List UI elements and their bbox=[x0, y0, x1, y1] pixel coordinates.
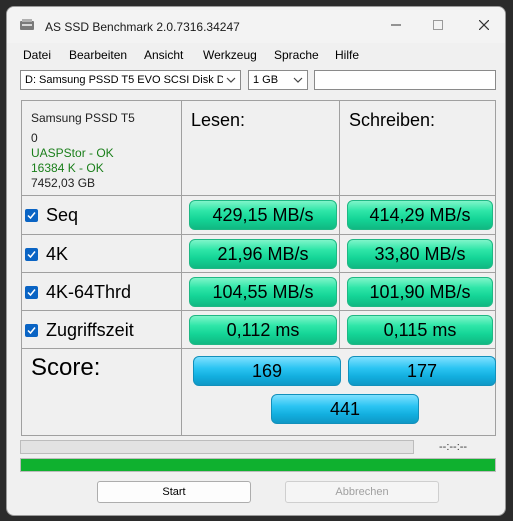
results-grid: Samsung PSSD T5 0 UASPStor - OK 16384 K … bbox=[21, 100, 496, 436]
close-icon bbox=[479, 20, 489, 30]
seq-read-value: 429,15 MB/s bbox=[189, 200, 337, 230]
cancel-button[interactable]: Abbrechen bbox=[285, 481, 439, 503]
drive-id: 0 bbox=[31, 131, 38, 145]
app-window: AS SSD Benchmark 2.0.7316.34247 Datei Be… bbox=[6, 6, 506, 516]
menu-werkzeug[interactable]: Werkzeug bbox=[203, 48, 257, 62]
menu-bearbeiten[interactable]: Bearbeiten bbox=[69, 48, 127, 62]
score-read: 169 bbox=[193, 356, 341, 386]
write-header: Schreiben: bbox=[349, 110, 436, 130]
row-label-seq: Seq bbox=[46, 204, 79, 225]
close-button[interactable] bbox=[471, 15, 497, 35]
menu-ansicht[interactable]: Ansicht bbox=[144, 48, 183, 62]
menu-hilfe[interactable]: Hilfe bbox=[335, 48, 359, 62]
row-label-zugriffszeit: Zugriffszeit bbox=[46, 319, 134, 340]
drive-model: Samsung PSSD T5 bbox=[31, 111, 135, 125]
grid-line bbox=[495, 100, 496, 436]
drive-select[interactable]: D: Samsung PSSD T5 EVO SCSI Disk De bbox=[20, 70, 241, 90]
checkbox-seq[interactable] bbox=[25, 208, 38, 222]
row-label-4k-64thrd: 4K-64Thrd bbox=[46, 281, 132, 302]
row-4k-64thrd[interactable]: 4K-64Thrd bbox=[25, 276, 131, 308]
menu-bar: Datei Bearbeiten Ansicht Werkzeug Sprach… bbox=[7, 44, 505, 66]
menu-sprache[interactable]: Sprache bbox=[274, 48, 319, 62]
grid-line bbox=[21, 100, 496, 101]
drive-select-value: D: Samsung PSSD T5 EVO SCSI Disk De bbox=[25, 74, 223, 86]
driver-status: UASPStor - OK bbox=[31, 146, 114, 160]
start-button[interactable]: Start bbox=[97, 481, 251, 503]
maximize-button[interactable] bbox=[425, 15, 451, 35]
grid-line bbox=[21, 348, 496, 349]
4k64-write-value: 101,90 MB/s bbox=[347, 277, 493, 307]
score-label: Score: bbox=[31, 354, 101, 381]
checkbox-4k[interactable] bbox=[25, 247, 38, 261]
minimize-icon bbox=[391, 24, 401, 26]
score-write: 177 bbox=[348, 356, 496, 386]
read-header: Lesen: bbox=[191, 110, 246, 130]
size-select-value: 1 GB bbox=[253, 74, 279, 86]
grid-line bbox=[181, 100, 182, 436]
seq-write-value: 414,29 MB/s bbox=[347, 200, 493, 230]
chevron-down-icon bbox=[226, 77, 236, 83]
minimize-button[interactable] bbox=[383, 15, 409, 35]
grid-line bbox=[21, 234, 496, 235]
window-title: AS SSD Benchmark 2.0.7316.34247 bbox=[45, 20, 240, 34]
maximize-icon bbox=[433, 20, 443, 30]
grid-line bbox=[21, 100, 22, 436]
grid-line bbox=[21, 272, 496, 273]
check-icon bbox=[27, 326, 36, 334]
row-label-4k: 4K bbox=[46, 243, 69, 264]
app-icon bbox=[20, 19, 34, 30]
elapsed-time: --:--:-- bbox=[439, 441, 468, 453]
progress-bar-test bbox=[20, 440, 414, 454]
grid-line bbox=[21, 195, 496, 196]
text-input[interactable] bbox=[314, 70, 496, 90]
menu-datei[interactable]: Datei bbox=[23, 48, 51, 62]
check-icon bbox=[27, 211, 36, 219]
row-4k[interactable]: 4K bbox=[25, 238, 68, 270]
progress-fill-total bbox=[21, 459, 495, 471]
access-write-value: 0,115 ms bbox=[347, 315, 493, 345]
grid-line bbox=[339, 100, 340, 348]
alignment-status: 16384 K - OK bbox=[31, 161, 104, 175]
row-zugriffszeit[interactable]: Zugriffszeit bbox=[25, 314, 134, 346]
size-select[interactable]: 1 GB bbox=[248, 70, 308, 90]
chevron-down-icon bbox=[293, 77, 303, 83]
progress-bar-total bbox=[20, 458, 496, 472]
checkbox-zugriffszeit[interactable] bbox=[25, 323, 38, 337]
4k-write-value: 33,80 MB/s bbox=[347, 239, 493, 269]
drive-capacity: 7452,03 GB bbox=[31, 176, 96, 190]
check-icon bbox=[27, 288, 36, 296]
4k64-read-value: 104,55 MB/s bbox=[189, 277, 337, 307]
row-seq[interactable]: Seq bbox=[25, 199, 78, 231]
checkbox-4k-64thrd[interactable] bbox=[25, 285, 38, 299]
4k-read-value: 21,96 MB/s bbox=[189, 239, 337, 269]
access-read-value: 0,112 ms bbox=[189, 315, 337, 345]
grid-line bbox=[21, 310, 496, 311]
score-total: 441 bbox=[271, 394, 419, 424]
check-icon bbox=[27, 250, 36, 258]
grid-line bbox=[21, 435, 496, 436]
title-bar: AS SSD Benchmark 2.0.7316.34247 bbox=[7, 7, 505, 43]
